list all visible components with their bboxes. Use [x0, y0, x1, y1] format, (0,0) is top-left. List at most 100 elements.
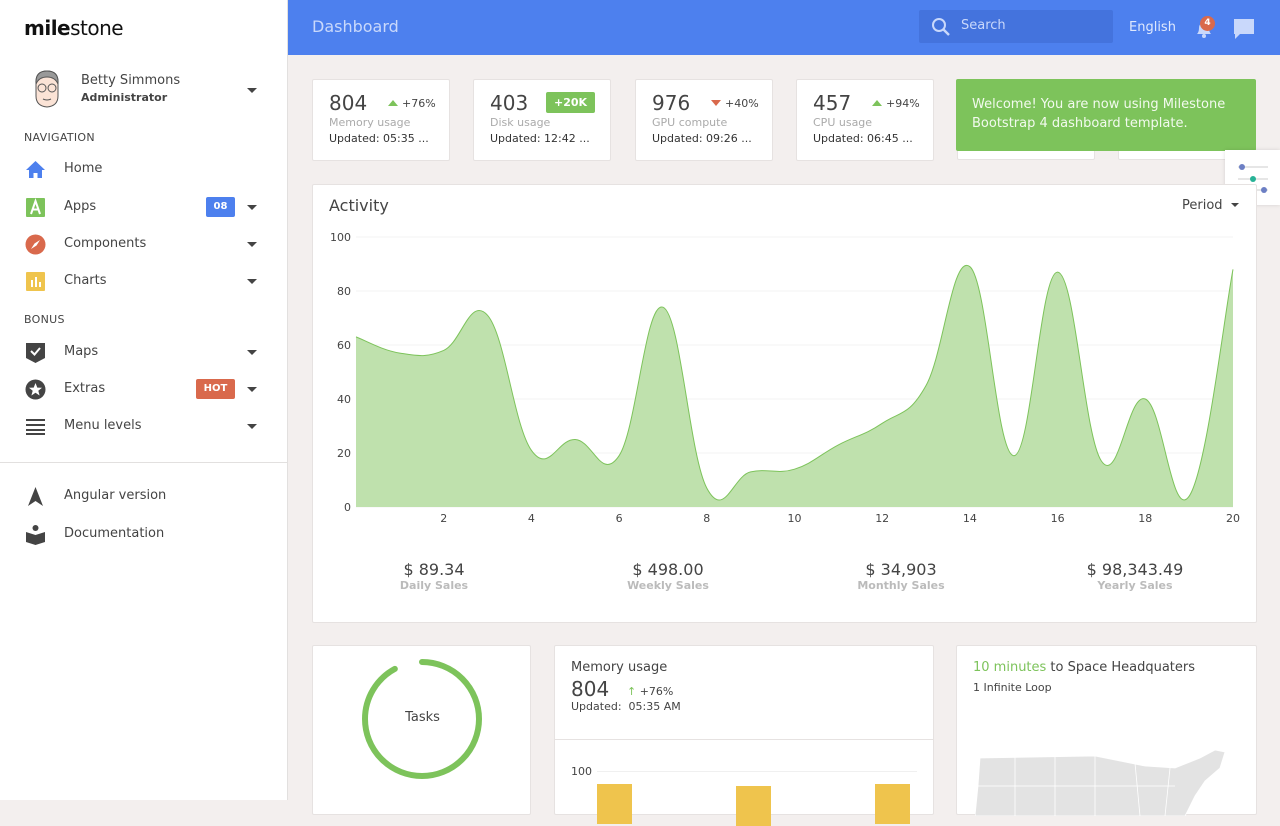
y-tick-label: 100 [330, 231, 351, 244]
change-badge: +20K [546, 92, 596, 113]
activity-title: Activity [329, 196, 389, 215]
x-tick-label: 6 [616, 512, 623, 525]
language-selector[interactable]: English [1129, 20, 1176, 35]
sidebar-item-label: Documentation [64, 526, 165, 541]
star-icon [25, 379, 46, 400]
period-label: Period [1182, 198, 1223, 213]
bar-chart-ytick: 100 [571, 765, 592, 778]
x-tick-label: 20 [1226, 512, 1240, 525]
x-tick-label: 4 [528, 512, 535, 525]
location-title: 10 minutes to Space Headquaters [973, 660, 1196, 675]
sidebar-item-extras[interactable]: Extras HOT [0, 371, 288, 407]
logo[interactable]: milestone [24, 16, 124, 40]
sidebar-item-label: Charts [64, 273, 107, 288]
y-tick-label: 60 [337, 339, 351, 352]
chevron-down-icon [247, 205, 257, 210]
y-tick-label: 20 [337, 447, 351, 460]
sales-label: Monthly Sales [857, 579, 945, 592]
stat-card-gpu-compute[interactable]: 976 +40% GPU compute Updated: 09:26 ... [635, 79, 773, 161]
activity-chart[interactable]: 0 20 40 60 80 100 2 4 6 8 10 12 14 16 18 20 [313, 225, 1258, 525]
location-address: 1 Infinite Loop [973, 681, 1052, 694]
stat-updated: Updated: 05:35 ... [329, 132, 429, 145]
avatar[interactable] [30, 68, 64, 110]
stat-name: Memory usage [329, 116, 411, 129]
chart-icon [26, 272, 45, 291]
stat-card-memory-usage[interactable]: 804 +76% Memory usage Updated: 05:35 ... [312, 79, 450, 161]
notifications-button[interactable]: 4 [1193, 16, 1215, 40]
stat-value: 457 [813, 91, 852, 115]
sales-value: $ 34,903 [865, 560, 937, 579]
memory-bar [736, 786, 771, 826]
memory-bar [597, 784, 632, 824]
search-icon [932, 18, 950, 36]
y-tick-label: 80 [337, 285, 351, 298]
chevron-down-icon [247, 279, 257, 284]
top-header: Dashboard Search English 4 [288, 0, 1280, 55]
section-bonus: BONUS [24, 313, 65, 326]
stat-value: 403 [490, 91, 529, 115]
sidebar-item-angular-version[interactable]: Angular version [0, 478, 288, 514]
sidebar-item-components[interactable]: Components [0, 226, 288, 262]
search-input[interactable]: Search [919, 10, 1113, 43]
period-dropdown[interactable]: Period [1182, 198, 1239, 213]
user-name: Betty Simmons [81, 73, 181, 88]
sidebar-item-charts[interactable]: Charts [0, 263, 288, 299]
stat-updated: Updated: 09:26 ... [652, 132, 752, 145]
chevron-down-icon [247, 242, 257, 247]
stat-card-cpu-usage[interactable]: 457 +94% CPU usage Updated: 06:45 ... [796, 79, 934, 161]
arrow-down-icon [711, 100, 721, 106]
user-menu-caret-icon[interactable] [247, 88, 257, 93]
stat-value: 976 [652, 91, 691, 115]
sidebar-item-menu-levels[interactable]: Menu levels [0, 408, 288, 444]
gridline [597, 771, 917, 772]
stat-updated: Updated: 06:45 ... [813, 132, 913, 145]
memory-updated: Updated: 05:35 AM [571, 700, 681, 713]
change-indicator: +94% [872, 97, 920, 110]
notification-count-badge: 4 [1200, 16, 1215, 31]
memory-change: ↑ +76% [627, 685, 674, 698]
stat-name: GPU compute [652, 116, 728, 129]
stat-value: 804 [329, 91, 368, 115]
apps-icon [26, 197, 45, 217]
sales-label: Yearly Sales [1097, 579, 1173, 592]
memory-title: Memory usage [571, 660, 668, 675]
stat-card-disk-usage[interactable]: 403 +20K Disk usage Updated: 12:42 ... [473, 79, 611, 161]
section-navigation: NAVIGATION [24, 131, 95, 144]
sidebar-item-maps[interactable]: Maps [0, 334, 288, 370]
sales-value: $ 89.34 [403, 560, 465, 579]
activity-area [356, 265, 1233, 507]
sidebar-item-label: Extras [64, 381, 106, 396]
sidebar-divider [0, 462, 288, 463]
map-check-icon [26, 343, 45, 363]
sales-value: $ 498.00 [632, 560, 704, 579]
x-tick-label: 16 [1051, 512, 1065, 525]
documentation-icon [26, 525, 45, 545]
sales-label: Daily Sales [399, 579, 469, 592]
menu-icon [26, 419, 45, 435]
stat-name: Disk usage [490, 116, 551, 129]
angular-icon [28, 487, 43, 506]
chevron-down-icon [247, 387, 257, 392]
memory-card: Memory usage 804 ↑ +76% Updated: 05:35 A… [554, 645, 934, 826]
stat-name: CPU usage [813, 116, 873, 129]
page-title: Dashboard [312, 17, 399, 36]
chat-icon[interactable] [1233, 18, 1255, 40]
memory-value: 804 [571, 677, 610, 701]
welcome-toast[interactable]: Welcome! You are now using Milestone Boo… [956, 79, 1256, 151]
sidebar-item-label: Components [64, 236, 147, 251]
sidebar-item-documentation[interactable]: Documentation [0, 516, 288, 552]
tasks-card: Tasks [312, 645, 531, 815]
sidebar-item-home[interactable]: Home [0, 151, 288, 187]
activity-card: Activity Period 0 20 40 60 80 100 2 4 6 8 10 12 14 16… [312, 184, 1257, 623]
hot-badge: HOT [196, 379, 235, 399]
sidebar-item-apps[interactable]: Apps 08 [0, 189, 288, 225]
arrow-up-icon [388, 100, 398, 106]
us-map[interactable] [975, 746, 1245, 816]
sidebar-item-label: Home [64, 161, 103, 176]
x-tick-label: 14 [963, 512, 977, 525]
x-tick-label: 8 [703, 512, 710, 525]
y-tick-label: 40 [337, 393, 351, 406]
home-icon [26, 161, 45, 178]
user-role: Administrator [81, 91, 168, 104]
search-placeholder: Search [961, 18, 1006, 33]
